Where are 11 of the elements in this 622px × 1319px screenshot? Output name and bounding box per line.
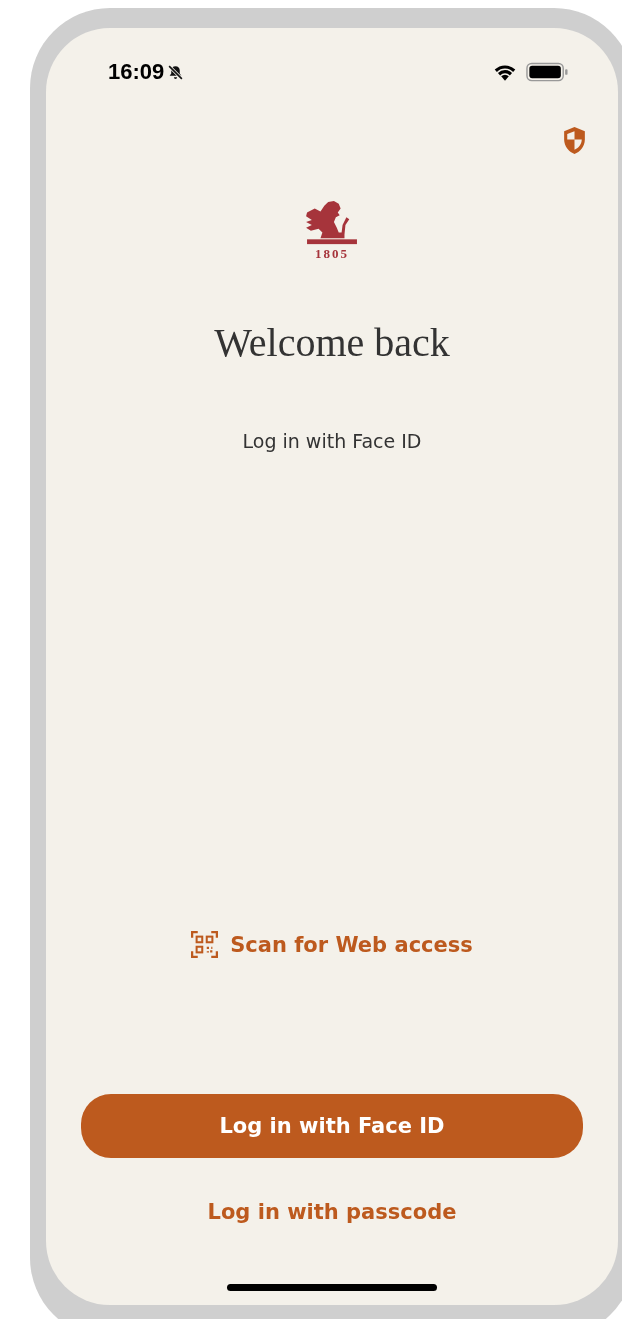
passcode-login-link[interactable]: Log in with passcode: [207, 1200, 457, 1224]
subtitle-text: Log in with Face ID: [242, 430, 422, 452]
scan-web-access-link[interactable]: Scan for Web access: [191, 931, 473, 958]
status-time: 16:09: [108, 59, 165, 85]
face-id-login-button[interactable]: Log in with Face ID: [81, 1094, 583, 1158]
shield-icon[interactable]: [562, 126, 587, 155]
welcome-title: Welcome back: [214, 319, 450, 366]
logo-year: 1805: [315, 247, 349, 261]
qr-code-icon: [191, 931, 219, 958]
battery-icon: [526, 62, 568, 82]
wifi-icon: [492, 62, 518, 82]
